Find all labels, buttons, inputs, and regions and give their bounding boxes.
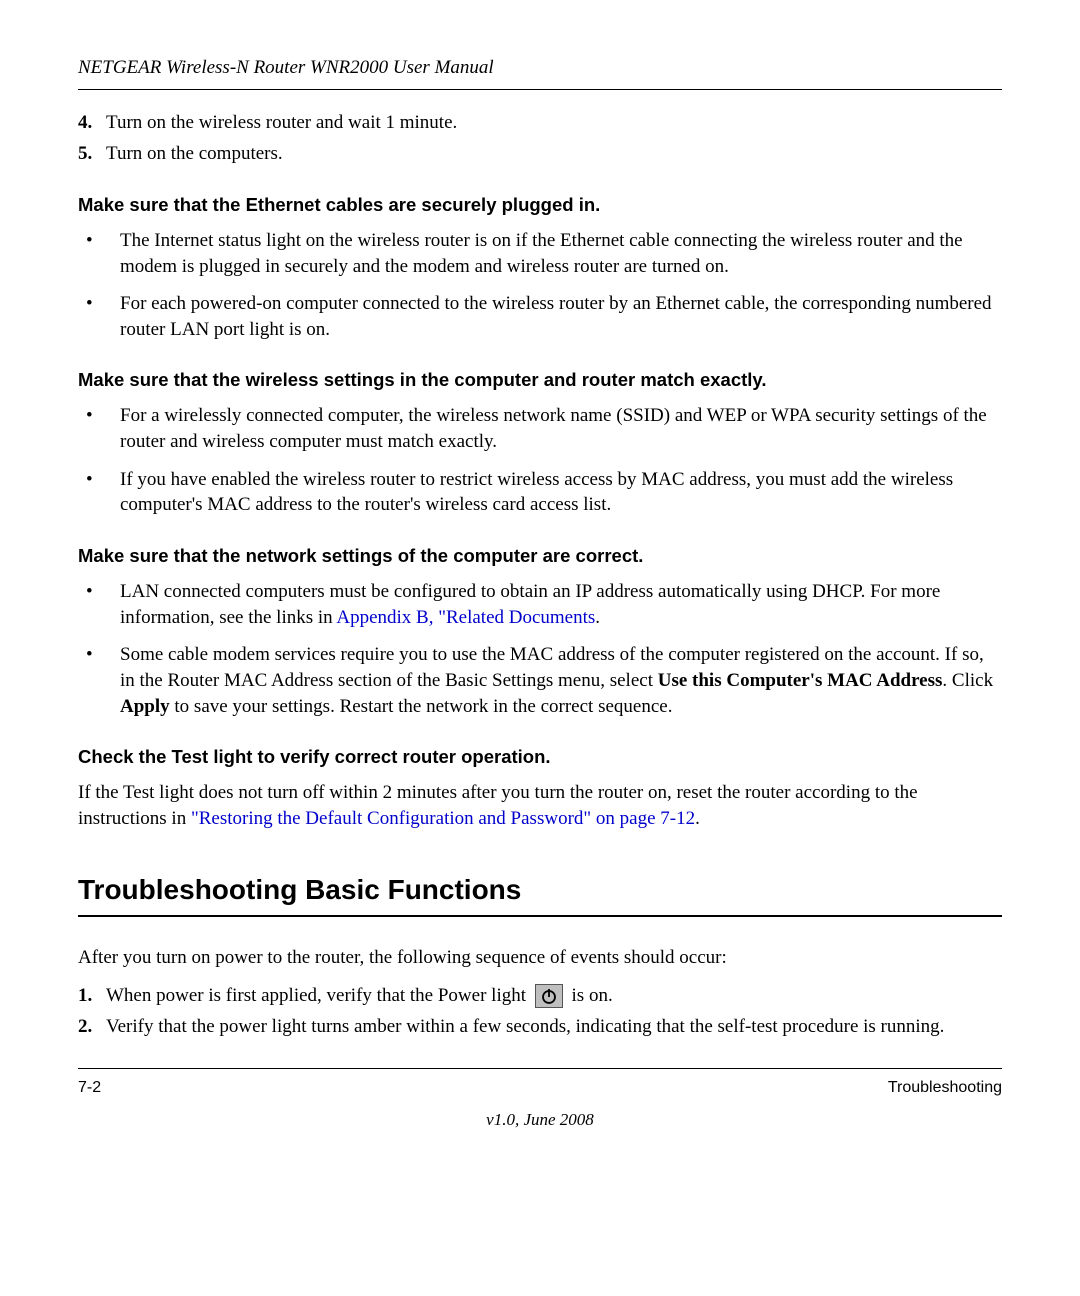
bold-use-mac: Use this Computer's MAC Address xyxy=(658,670,943,691)
footer-version: v1.0, June 2008 xyxy=(78,1109,1002,1132)
bullet-text: LAN connected computers must be configur… xyxy=(120,579,1002,630)
list-item: 2. Verify that the power light turns amb… xyxy=(78,1014,1002,1040)
list-text: Turn on the wireless router and wait 1 m… xyxy=(106,110,1002,136)
list-number: 2. xyxy=(78,1014,106,1040)
bullet-text: For a wirelessly connected computer, the… xyxy=(120,403,1002,454)
list-item: 4. Turn on the wireless router and wait … xyxy=(78,110,1002,136)
heading-rule xyxy=(78,915,1002,917)
section-heading-wireless-match: Make sure that the wireless settings in … xyxy=(78,368,1002,393)
list-text: Turn on the computers. xyxy=(106,141,1002,167)
intro-paragraph: After you turn on power to the router, t… xyxy=(78,945,1002,971)
page-footer: 7-2 Troubleshooting v1.0, June 2008 xyxy=(78,1068,1002,1132)
link-appendix-b[interactable]: Appendix B, "Related Documents xyxy=(336,607,595,628)
bullet-text: The Internet status light on the wireles… xyxy=(120,228,1002,279)
bullet-text: Some cable modem services require you to… xyxy=(120,642,1002,719)
heading-troubleshooting-basic: Troubleshooting Basic Functions xyxy=(78,871,1002,909)
bullet-marker: • xyxy=(78,579,120,630)
section-heading-ethernet: Make sure that the Ethernet cables are s… xyxy=(78,193,1002,218)
continued-ordered-list: 4. Turn on the wireless router and wait … xyxy=(78,110,1002,167)
paragraph: If the Test light does not turn off with… xyxy=(78,780,1002,831)
bold-apply: Apply xyxy=(120,696,170,717)
list-number: 5. xyxy=(78,141,106,167)
bullet-item: • If you have enabled the wireless route… xyxy=(78,467,1002,518)
text-segment: is on. xyxy=(572,985,613,1006)
text-segment: . xyxy=(595,607,600,628)
section-heading-test-light: Check the Test light to verify correct r… xyxy=(78,745,1002,770)
footer-row: 7-2 Troubleshooting xyxy=(78,1077,1002,1099)
bullet-item: • Some cable modem services require you … xyxy=(78,642,1002,719)
text-segment: When power is first applied, verify that… xyxy=(106,985,531,1006)
list-number: 4. xyxy=(78,110,106,136)
text-segment: . xyxy=(695,808,700,829)
section-heading-network-settings: Make sure that the network settings of t… xyxy=(78,544,1002,569)
list-text: Verify that the power light turns amber … xyxy=(106,1014,1002,1040)
text-segment: to save your settings. Restart the netwo… xyxy=(170,696,673,717)
list-item: 5. Turn on the computers. xyxy=(78,141,1002,167)
bullet-marker: • xyxy=(78,642,120,719)
power-icon xyxy=(535,984,563,1008)
page-header: NETGEAR Wireless-N Router WNR2000 User M… xyxy=(78,55,1002,90)
text-segment: . Click xyxy=(942,670,993,691)
header-rule xyxy=(78,89,1002,90)
link-restoring-defaults[interactable]: "Restoring the Default Configuration and… xyxy=(191,808,695,829)
footer-rule xyxy=(78,1068,1002,1069)
footer-page-number: 7-2 xyxy=(78,1077,101,1099)
bullet-text: If you have enabled the wireless router … xyxy=(120,467,1002,518)
bullet-item: • LAN connected computers must be config… xyxy=(78,579,1002,630)
bullet-marker: • xyxy=(78,403,120,454)
bullet-item: • For each powered-on computer connected… xyxy=(78,291,1002,342)
bullet-marker: • xyxy=(78,291,120,342)
footer-section-name: Troubleshooting xyxy=(888,1077,1002,1099)
list-number: 1. xyxy=(78,983,106,1009)
bullet-text: For each powered-on computer connected t… xyxy=(120,291,1002,342)
bullet-item: • The Internet status light on the wirel… xyxy=(78,228,1002,279)
list-item: 1. When power is first applied, verify t… xyxy=(78,983,1002,1009)
bullet-marker: • xyxy=(78,228,120,279)
header-title: NETGEAR Wireless-N Router WNR2000 User M… xyxy=(78,55,1002,81)
bullet-item: • For a wirelessly connected computer, t… xyxy=(78,403,1002,454)
list-text: When power is first applied, verify that… xyxy=(106,983,1002,1009)
bullet-marker: • xyxy=(78,467,120,518)
